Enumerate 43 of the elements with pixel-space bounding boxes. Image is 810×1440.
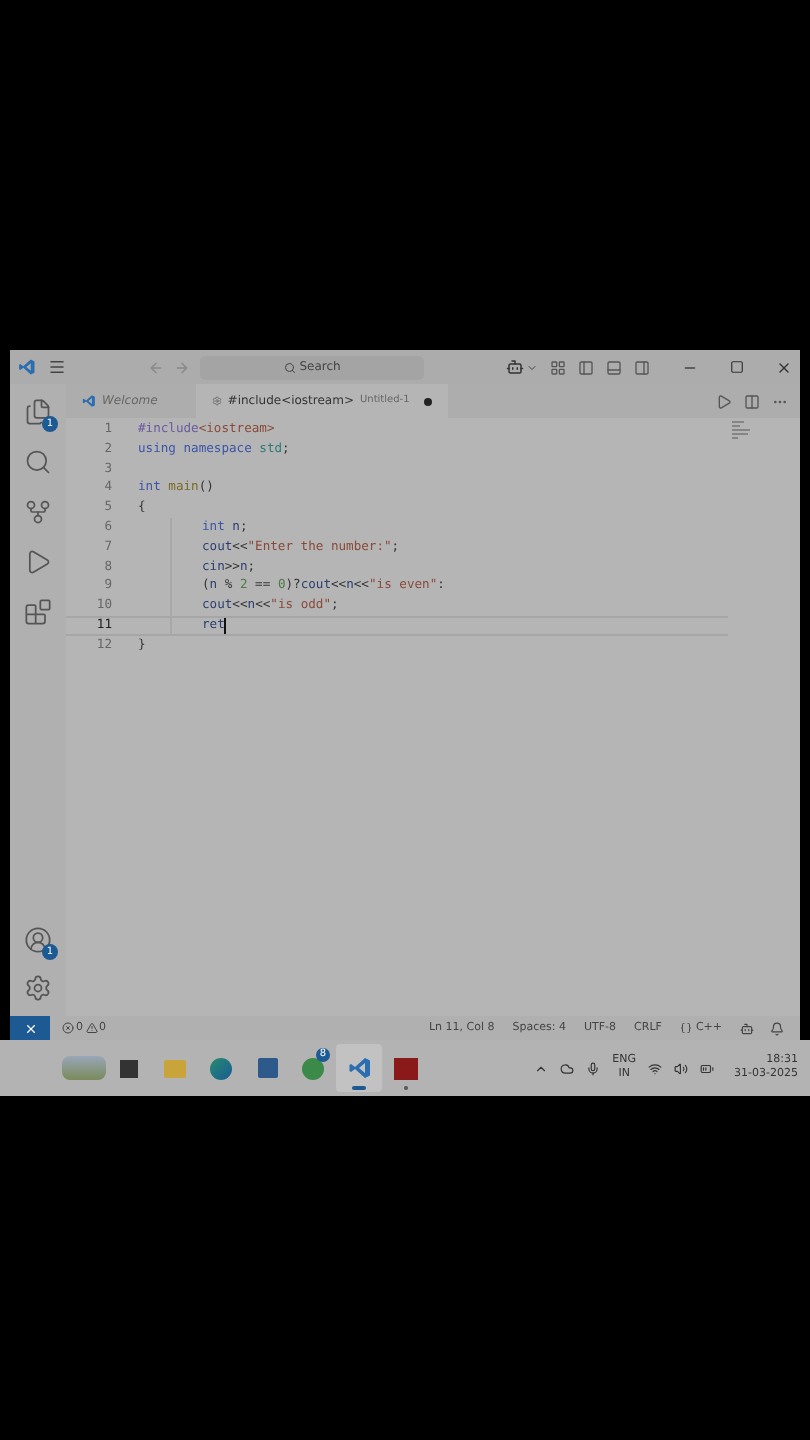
chat-icon[interactable]	[302, 1057, 324, 1079]
minimap-drawing	[732, 420, 756, 440]
account-icon[interactable]	[24, 926, 52, 954]
error-icon	[62, 1022, 74, 1034]
browser-icon[interactable]	[210, 1057, 232, 1079]
remote-button[interactable]	[10, 1016, 50, 1040]
file-gear-icon	[211, 396, 222, 406]
warning-icon	[85, 1022, 97, 1034]
split-editor-icon[interactable]	[744, 393, 760, 409]
branch-icon[interactable]	[24, 498, 52, 526]
settings-icon[interactable]	[24, 974, 52, 1002]
code-editor-logo-icon	[18, 358, 36, 376]
search-icon[interactable]	[24, 448, 52, 476]
wifi-icon[interactable]	[648, 1061, 663, 1075]
menu-icon[interactable]	[48, 358, 66, 376]
code-editor-logo-icon	[82, 394, 96, 408]
chevron-down-icon[interactable]	[526, 361, 538, 373]
battery-icon[interactable]	[700, 1061, 715, 1075]
robot-icon[interactable]	[506, 358, 524, 376]
panel-left-icon[interactable]	[578, 359, 594, 375]
panel-right-icon[interactable]	[634, 359, 650, 375]
text-cursor	[224, 617, 227, 634]
active-indicator	[352, 1086, 366, 1090]
cloud-icon[interactable]	[560, 1061, 575, 1075]
braces-icon	[679, 1022, 692, 1034]
close-icon[interactable]	[776, 359, 792, 375]
chevron-up-icon[interactable]	[534, 1061, 549, 1075]
play-icon[interactable]	[24, 548, 52, 576]
code-editor-logo-icon	[347, 1056, 371, 1080]
microphone-icon[interactable]	[586, 1061, 601, 1075]
panel-bottom-icon[interactable]	[606, 359, 622, 375]
bell-icon[interactable]	[770, 1021, 784, 1035]
recorder-app-icon[interactable]	[393, 1057, 417, 1079]
run-icon[interactable]	[716, 393, 732, 409]
layout-icon[interactable]	[550, 359, 566, 375]
store-icon[interactable]	[257, 1058, 277, 1078]
search-icon	[283, 361, 296, 373]
task-view-icon[interactable]	[120, 1059, 138, 1077]
speaker-icon[interactable]	[674, 1061, 689, 1075]
blocks-icon[interactable]	[24, 598, 52, 626]
files-icon[interactable]	[24, 398, 52, 426]
robot-icon[interactable]	[740, 1021, 754, 1035]
maximize-icon[interactable]	[730, 360, 744, 374]
